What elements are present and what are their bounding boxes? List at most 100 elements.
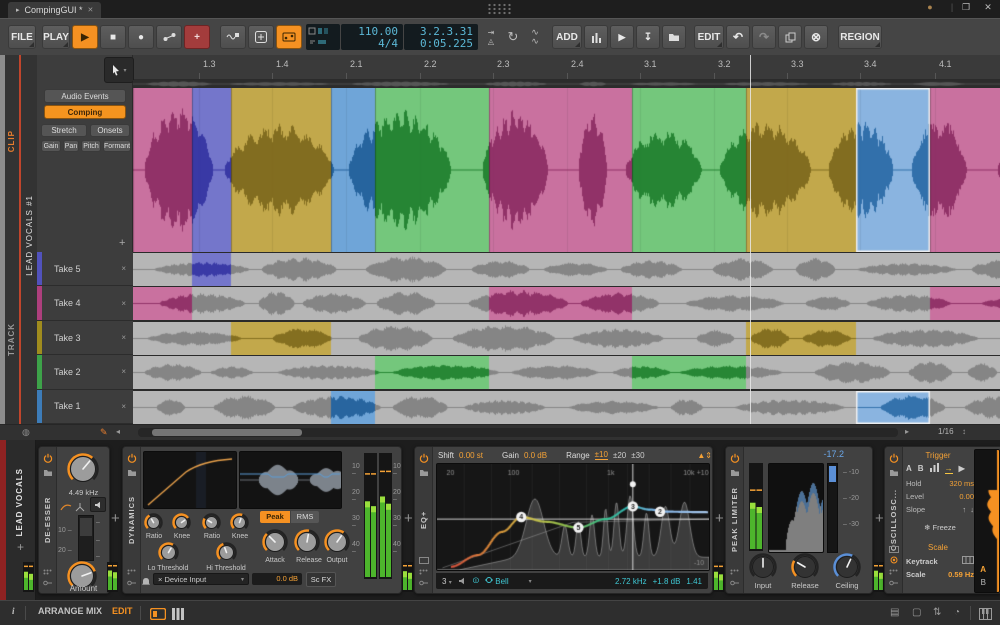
take-row-header[interactable]: Take 2 ×: [37, 355, 133, 390]
edit-mode-wave-button[interactable]: [220, 25, 246, 49]
record-button[interactable]: ●: [128, 25, 154, 49]
undo-button[interactable]: ↶: [726, 25, 750, 49]
comping-mode-button[interactable]: [276, 25, 302, 49]
take-delete-icon[interactable]: ×: [121, 367, 126, 376]
trigger-bars-icon[interactable]: [929, 463, 939, 474]
sidechain-gain-field[interactable]: 0.0 dB: [252, 573, 302, 585]
threshold-slider-thumb[interactable]: [80, 518, 92, 536]
grid-resolution-stepper[interactable]: ↕: [962, 427, 966, 436]
insert-device-start-button[interactable]: +: [17, 540, 24, 554]
trigger-a-button[interactable]: A: [906, 464, 912, 473]
add-track-button[interactable]: ADD: [552, 25, 582, 49]
mapping-key-icon[interactable]: [729, 573, 740, 591]
peak-mode-button[interactable]: Peak: [260, 511, 290, 523]
tab-clip[interactable]: CLIP: [7, 130, 16, 152]
rms-mode-button[interactable]: RMS: [291, 511, 319, 523]
piano-panel-icon[interactable]: [979, 607, 992, 625]
insert-device-button[interactable]: +: [875, 510, 884, 527]
add-effect-button[interactable]: ↧: [636, 25, 660, 49]
lo-threshold-knob[interactable]: [158, 542, 179, 563]
threshold-slider[interactable]: [78, 515, 94, 561]
io-panel-icon[interactable]: ⇅: [933, 607, 941, 618]
mapping-key-icon[interactable]: [888, 573, 899, 591]
gain-reduction-readout[interactable]: -17.2: [823, 449, 844, 459]
adaptive-q-icon[interactable]: ▲⇕: [697, 451, 712, 460]
comp-waveform-region[interactable]: [133, 88, 1000, 252]
info-button[interactable]: i: [12, 606, 15, 616]
take-delete-icon[interactable]: ×: [121, 299, 126, 308]
sidechain-source-dropdown[interactable]: × Device Input ▾: [153, 573, 249, 585]
frequency-knob[interactable]: [67, 453, 99, 485]
stop-button[interactable]: ■: [100, 25, 126, 49]
file-menu-button[interactable]: FILE: [8, 25, 36, 49]
scale-value[interactable]: 0.59 Hz: [948, 570, 974, 579]
add-audio-button[interactable]: ▶: [610, 25, 634, 49]
project-tab[interactable]: ▸ CompingGUI * ✕: [8, 2, 102, 18]
shift-value[interactable]: 0.00 st: [459, 451, 483, 460]
overdub-button[interactable]: [156, 25, 182, 49]
position-display[interactable]: 3.2.3.31 0:05.225: [404, 24, 478, 50]
input-knob[interactable]: [749, 553, 777, 581]
loop-button[interactable]: ↻: [502, 25, 524, 49]
gain-button[interactable]: Gain: [41, 140, 61, 152]
take-lane[interactable]: [133, 355, 1000, 390]
window-drag-dots[interactable]: [487, 3, 513, 15]
take-row-header[interactable]: Take 5 ×: [37, 252, 133, 287]
device-panel-toggle[interactable]: [149, 607, 167, 625]
arrange-view-button[interactable]: ARRANGE: [38, 606, 84, 616]
pitch-button[interactable]: Pitch: [81, 140, 101, 152]
lo-ratio-knob[interactable]: [144, 513, 163, 532]
device-track-header[interactable]: LEAD VOCALS +: [6, 440, 36, 600]
hi-knee-knob[interactable]: [230, 513, 249, 532]
lo-knee-knob[interactable]: [172, 513, 191, 532]
audio-events-button[interactable]: Audio Events: [44, 89, 126, 103]
level-value[interactable]: 0.00: [959, 492, 974, 501]
window-restore-icon[interactable]: ❐: [958, 2, 974, 13]
mapping-key-icon[interactable]: [126, 573, 137, 591]
browser-button[interactable]: [662, 25, 686, 49]
hi-threshold-knob[interactable]: [216, 542, 237, 563]
fade-buttons[interactable]: ∿ ∿: [526, 25, 544, 49]
window-close-icon[interactable]: ✕: [980, 2, 996, 13]
browser-panel-icon[interactable]: ▤: [890, 607, 899, 618]
clip-overview-strip[interactable]: [133, 80, 1000, 88]
device-oscilloscope[interactable]: OSCILLOSC... Trigger A B → ▶ Hold 320 ms: [884, 446, 1000, 594]
insert-device-button[interactable]: +: [715, 510, 724, 527]
pointer-tool-button[interactable]: ▾: [104, 57, 134, 83]
mapping-key-icon[interactable]: [42, 573, 53, 591]
channel-b-label[interactable]: B: [981, 578, 986, 587]
tempo-display[interactable]: 110.00 4/4: [341, 24, 403, 50]
band-q-value[interactable]: 1.41: [686, 577, 702, 586]
band-gain-value[interactable]: +1.8 dB: [653, 577, 681, 586]
take-row-header[interactable]: Take 3 ×: [37, 320, 133, 356]
gain-value[interactable]: 0.0 dB: [524, 451, 547, 460]
take-lane[interactable]: [133, 286, 1000, 321]
comping-button[interactable]: Comping: [44, 105, 126, 119]
take-lane[interactable]: [133, 252, 1000, 286]
band-solo-icon[interactable]: [458, 572, 467, 590]
take-delete-icon[interactable]: ×: [121, 264, 126, 273]
insert-device-button[interactable]: +: [404, 510, 413, 527]
punch-buttons[interactable]: ⇥ ◬: [482, 25, 500, 49]
trigger-b-button[interactable]: B: [918, 464, 924, 473]
sidechain-fx-button[interactable]: Sc FX: [306, 572, 336, 587]
take-delete-icon[interactable]: ×: [121, 333, 126, 342]
limiter-history-display[interactable]: [768, 463, 824, 553]
take-lane[interactable]: [133, 321, 1000, 355]
take-lane[interactable]: [133, 390, 1000, 424]
ceiling-knob[interactable]: [833, 553, 861, 581]
trigger-free-button[interactable]: →: [944, 464, 953, 474]
formant-button[interactable]: Formant: [103, 140, 131, 152]
freeze-button[interactable]: ❄ Freeze: [910, 523, 970, 532]
pan-button[interactable]: Pan: [63, 140, 79, 152]
mapping-key-icon[interactable]: [418, 573, 429, 591]
sidechain-bell-icon[interactable]: [141, 574, 151, 592]
scroll-right-icon[interactable]: ▸: [905, 427, 909, 436]
range-10-button[interactable]: ±10: [594, 450, 608, 460]
release-knob[interactable]: [294, 529, 320, 555]
notification-dot-icon[interactable]: ●: [922, 2, 938, 12]
stretch-button[interactable]: Stretch: [41, 124, 87, 137]
edit-pencil-icon[interactable]: ✎: [100, 427, 108, 438]
region-button[interactable]: REGION: [838, 25, 882, 49]
slope-up-button[interactable]: ↑: [962, 505, 966, 514]
